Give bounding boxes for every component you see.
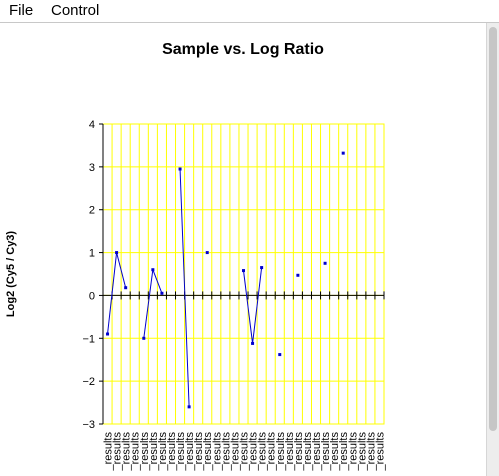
data-point: [296, 273, 300, 277]
data-point: [251, 341, 255, 345]
data-point: [187, 405, 191, 409]
data-point: [260, 266, 264, 270]
data-point: [323, 261, 327, 265]
chart-plot: 43210−1−2−3_results_results_results_resu…: [5, 119, 386, 472]
scrollbar-thumb[interactable]: [489, 27, 497, 431]
data-point: [160, 291, 164, 295]
data-point: [205, 251, 209, 255]
y-tick-label: 2: [89, 205, 95, 217]
data-point: [142, 336, 146, 340]
y-tick-label: 3: [89, 162, 95, 174]
data-point: [115, 251, 119, 255]
y-tick-label: 4: [89, 119, 95, 131]
data-point: [106, 332, 110, 336]
data-point: [341, 151, 345, 155]
data-point: [242, 269, 245, 273]
y-tick-label: −2: [82, 376, 95, 388]
y-tick-label: −1: [82, 333, 95, 345]
x-tick-label: _results: [374, 432, 386, 472]
data-point: [278, 353, 282, 357]
y-axis-label: Log2 (Cy5 / Cy3): [5, 231, 17, 318]
data-point: [178, 167, 182, 171]
y-tick-label: −3: [82, 419, 95, 431]
y-tick-label: 1: [89, 248, 95, 260]
data-point: [151, 268, 155, 272]
y-tick-label: 0: [89, 290, 95, 302]
data-point: [124, 286, 128, 290]
vertical-scrollbar[interactable]: [486, 23, 499, 476]
